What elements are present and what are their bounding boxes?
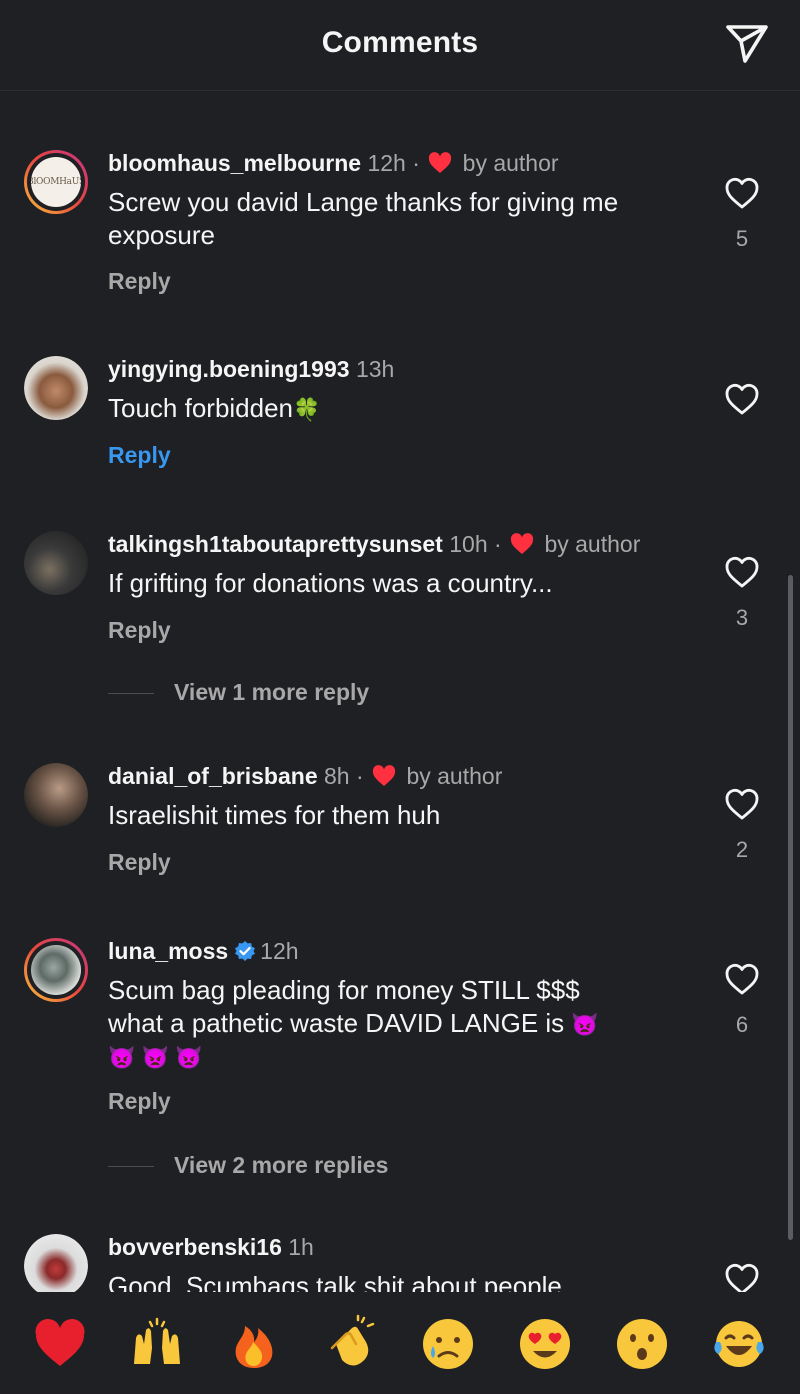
comment-meta: bloomhaus_melbourne 12h · by author bbox=[108, 150, 559, 177]
like-count: 5 bbox=[735, 226, 749, 251]
reaction-clapping-hands[interactable] bbox=[322, 1314, 380, 1372]
username[interactable]: talkingsh1taboutaprettysunset bbox=[108, 531, 443, 557]
avatar-logo-text: BlOOMHaUS bbox=[31, 177, 81, 187]
username[interactable]: bovverbenski16 bbox=[108, 1234, 282, 1260]
comment-text-segment: what a pathetic waste DAVID LANGE is bbox=[108, 1008, 565, 1038]
like-count: 6 bbox=[735, 1012, 749, 1037]
comments-list: BlOOMHaUS bloomhaus_melbourne 12h · by a… bbox=[0, 90, 800, 1292]
verified-badge-icon bbox=[235, 941, 256, 961]
heart-outline-icon[interactable] bbox=[724, 555, 760, 589]
heart-filled-icon bbox=[429, 152, 452, 173]
heart-outline-icon[interactable] bbox=[724, 1262, 760, 1292]
reply-button[interactable]: Reply bbox=[108, 268, 171, 295]
timestamp: 12h bbox=[367, 150, 406, 176]
avatar[interactable] bbox=[24, 1234, 88, 1292]
fire-icon bbox=[235, 1326, 273, 1368]
separator-dot: · bbox=[356, 763, 371, 789]
like-count: 2 bbox=[735, 837, 749, 862]
raising-hands-icon bbox=[134, 1317, 180, 1364]
paper-plane-icon[interactable] bbox=[724, 20, 770, 66]
clapping-hands-icon bbox=[330, 1314, 375, 1366]
reaction-raising-hands[interactable] bbox=[128, 1314, 186, 1372]
timestamp: 10h bbox=[449, 531, 488, 557]
avatar[interactable] bbox=[24, 938, 88, 1002]
username[interactable]: danial_of_brisbane bbox=[108, 763, 318, 789]
comment-meta: danial_of_brisbane 8h · by author bbox=[108, 763, 502, 790]
timestamp: 13h bbox=[355, 356, 395, 382]
heart-outline-icon[interactable] bbox=[724, 176, 760, 210]
reaction-tears-of-joy[interactable] bbox=[710, 1314, 768, 1372]
red-heart-icon bbox=[35, 1319, 85, 1366]
comment-text: Good. Scumbags talk shit about people bbox=[108, 1271, 562, 1292]
comment-text-body: Touch forbidden bbox=[108, 393, 294, 423]
thread-line bbox=[108, 1166, 154, 1168]
heart-outline-icon[interactable] bbox=[724, 382, 760, 416]
devil-emoji: 👿 bbox=[571, 1012, 599, 1037]
reply-button[interactable]: Reply bbox=[108, 617, 171, 644]
comment-meta: yingying.boening1993 13h bbox=[108, 356, 394, 383]
reaction-fire[interactable] bbox=[225, 1314, 283, 1372]
view-more-replies[interactable]: View 1 more reply bbox=[108, 679, 369, 706]
scrollbar[interactable] bbox=[788, 575, 793, 1240]
separator-dot: · bbox=[412, 150, 427, 176]
comment-text: Touch forbidden🍀 bbox=[108, 392, 698, 426]
crying-face-icon bbox=[423, 1319, 473, 1369]
heart-filled-icon bbox=[510, 533, 534, 554]
liked-by-author-label: by author bbox=[462, 150, 559, 176]
like-count: 3 bbox=[735, 605, 749, 630]
reaction-heart-eyes[interactable] bbox=[516, 1314, 574, 1372]
page-title: Comments bbox=[321, 26, 479, 59]
thread-line bbox=[108, 693, 154, 695]
reply-button[interactable]: Reply bbox=[108, 442, 171, 469]
timestamp: 8h bbox=[324, 763, 350, 789]
view-more-label: View 2 more replies bbox=[174, 1152, 389, 1178]
comments-header: Comments bbox=[0, 0, 800, 91]
comment-meta: luna_moss 12h bbox=[108, 938, 299, 965]
quick-reaction-bar bbox=[0, 1292, 800, 1394]
view-more-replies[interactable]: View 2 more replies bbox=[108, 1152, 388, 1179]
heart-eyes-face-icon bbox=[520, 1319, 570, 1369]
liked-by-author-label: by author bbox=[544, 531, 641, 557]
tears-of-joy-face-icon bbox=[714, 1321, 764, 1367]
reaction-crying-face[interactable] bbox=[419, 1314, 477, 1372]
comment-text: Screw you david Lange thanks for giving … bbox=[108, 187, 619, 250]
comment-text: Scum bag pleading for money STILL $$$ wh… bbox=[108, 974, 698, 1074]
avatar[interactable] bbox=[24, 356, 88, 420]
heart-outline-icon[interactable] bbox=[724, 962, 760, 996]
reaction-red-heart[interactable] bbox=[31, 1314, 89, 1372]
timestamp: 12h bbox=[260, 938, 299, 964]
username[interactable]: bloomhaus_melbourne bbox=[108, 150, 361, 176]
avatar[interactable]: BlOOMHaUS bbox=[24, 150, 88, 214]
heart-outline-icon[interactable] bbox=[724, 787, 760, 821]
liked-by-author-label: by author bbox=[406, 763, 503, 789]
separator-dot: · bbox=[494, 531, 509, 557]
avatar[interactable] bbox=[24, 531, 88, 595]
comment-meta: bovverbenski16 1h bbox=[108, 1234, 314, 1261]
comment-text: Israelishit times for them huh bbox=[108, 800, 441, 830]
reply-button[interactable]: Reply bbox=[108, 849, 171, 876]
comment-meta: talkingsh1taboutaprettysunset 10h · by a… bbox=[108, 531, 640, 558]
avatar[interactable] bbox=[24, 763, 88, 827]
devil-emoji-row: 👿 👿 👿 bbox=[108, 1045, 203, 1070]
username[interactable]: luna_moss bbox=[108, 938, 228, 964]
view-more-label: View 1 more reply bbox=[174, 679, 370, 705]
heart-filled-icon bbox=[372, 765, 396, 786]
reaction-surprised-face[interactable] bbox=[613, 1314, 671, 1372]
timestamp: 1h bbox=[288, 1234, 314, 1260]
reply-button[interactable]: Reply bbox=[108, 1088, 171, 1115]
comment-text-line: what a pathetic waste DAVID LANGE is 👿 bbox=[108, 1007, 698, 1041]
username[interactable]: yingying.boening1993 bbox=[108, 356, 350, 382]
comment-text: If grifting for donations was a country.… bbox=[108, 568, 553, 598]
surprised-face-icon bbox=[617, 1319, 667, 1369]
comment-text-line: Scum bag pleading for money STILL $$$ bbox=[108, 975, 580, 1005]
clover-emoji: 🍀 bbox=[293, 397, 321, 422]
